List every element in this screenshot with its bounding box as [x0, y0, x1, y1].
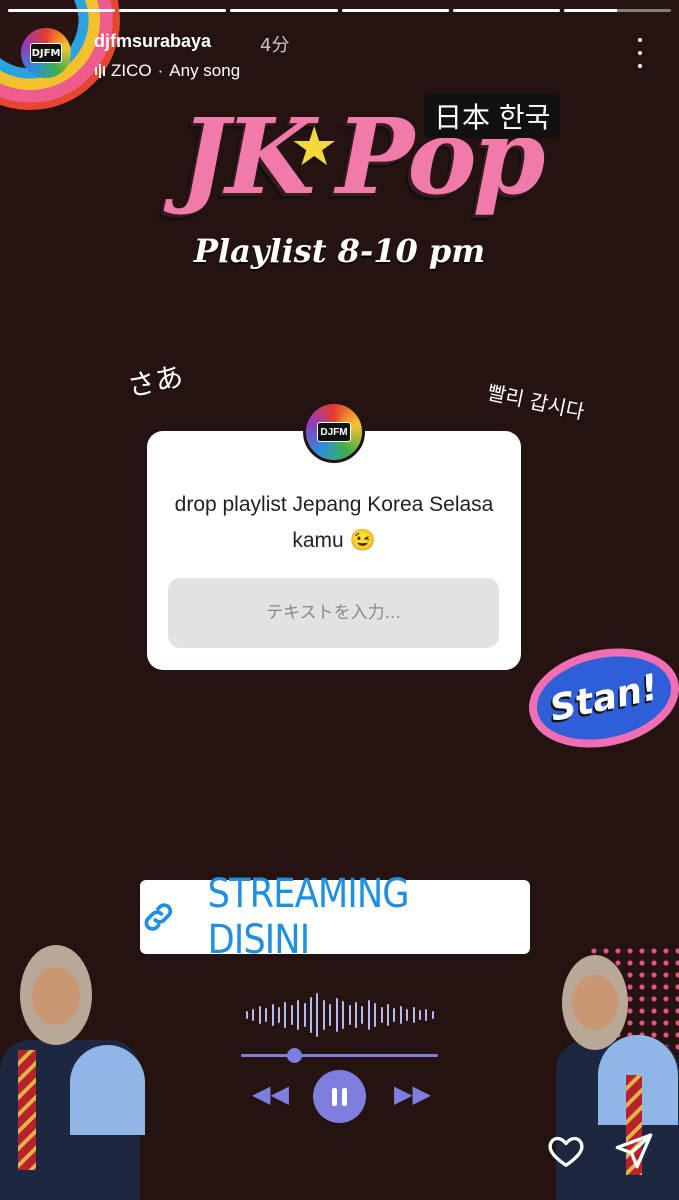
question-avatar: DJFM [303, 401, 365, 463]
progress-segment [563, 9, 672, 12]
account-username[interactable]: djfmsurabaya [94, 31, 211, 52]
star-icon: ★ [290, 117, 339, 177]
streaming-link-sticker[interactable]: STREAMING DISINI [140, 871, 530, 963]
music-attribution[interactable]: ZICO · Any song [95, 61, 240, 81]
logo-languages: 日本 한국 [424, 94, 561, 138]
more-options-icon[interactable] [630, 38, 650, 68]
person-photo-left [0, 945, 150, 1200]
audio-bars-icon [95, 64, 105, 78]
link-icon [144, 903, 173, 931]
pause-button[interactable] [313, 1070, 366, 1123]
share-send-icon[interactable] [614, 1130, 654, 1170]
question-prompt: drop playlist Jepang Korea Selasa kamu 😉 [174, 493, 494, 552]
player-seek-track[interactable] [241, 1054, 438, 1057]
like-heart-icon[interactable] [546, 1131, 586, 1171]
player-seek-knob[interactable] [287, 1048, 303, 1063]
question-avatar-logo: DJFM [317, 422, 351, 442]
audio-waveform [246, 990, 434, 1040]
deco-korean: 빨리 갑시다 [485, 380, 587, 424]
progress-segment [341, 9, 449, 12]
fast-forward-icon[interactable]: ▶▶ [394, 1080, 431, 1108]
progress-segment [452, 9, 560, 12]
progress-segment [119, 9, 227, 12]
music-title: Any song [169, 61, 241, 80]
streaming-link-label: STREAMING DISINI [207, 871, 409, 963]
rewind-icon[interactable]: ◀◀ [252, 1080, 289, 1108]
question-answer-input[interactable] [168, 578, 499, 648]
music-artist: ZICO [111, 61, 152, 80]
music-separator: · [157, 61, 164, 80]
story-progress-bar [8, 9, 672, 12]
deco-japanese: さあ [124, 359, 187, 404]
post-time: 4分 [260, 35, 290, 56]
stan-sticker: Stan! [519, 635, 679, 761]
story-viewer[interactable]: DJFM djfmsurabaya 4分 ZICO · Any song JK … [0, 0, 679, 1200]
progress-segment [230, 9, 338, 12]
account-avatar[interactable]: DJFM [21, 28, 71, 78]
playlist-subtitle: Playlist 8-10 pm [193, 232, 486, 270]
avatar-logo: DJFM [30, 43, 62, 63]
stan-text: Stan! [546, 666, 662, 730]
progress-segment [8, 9, 116, 12]
